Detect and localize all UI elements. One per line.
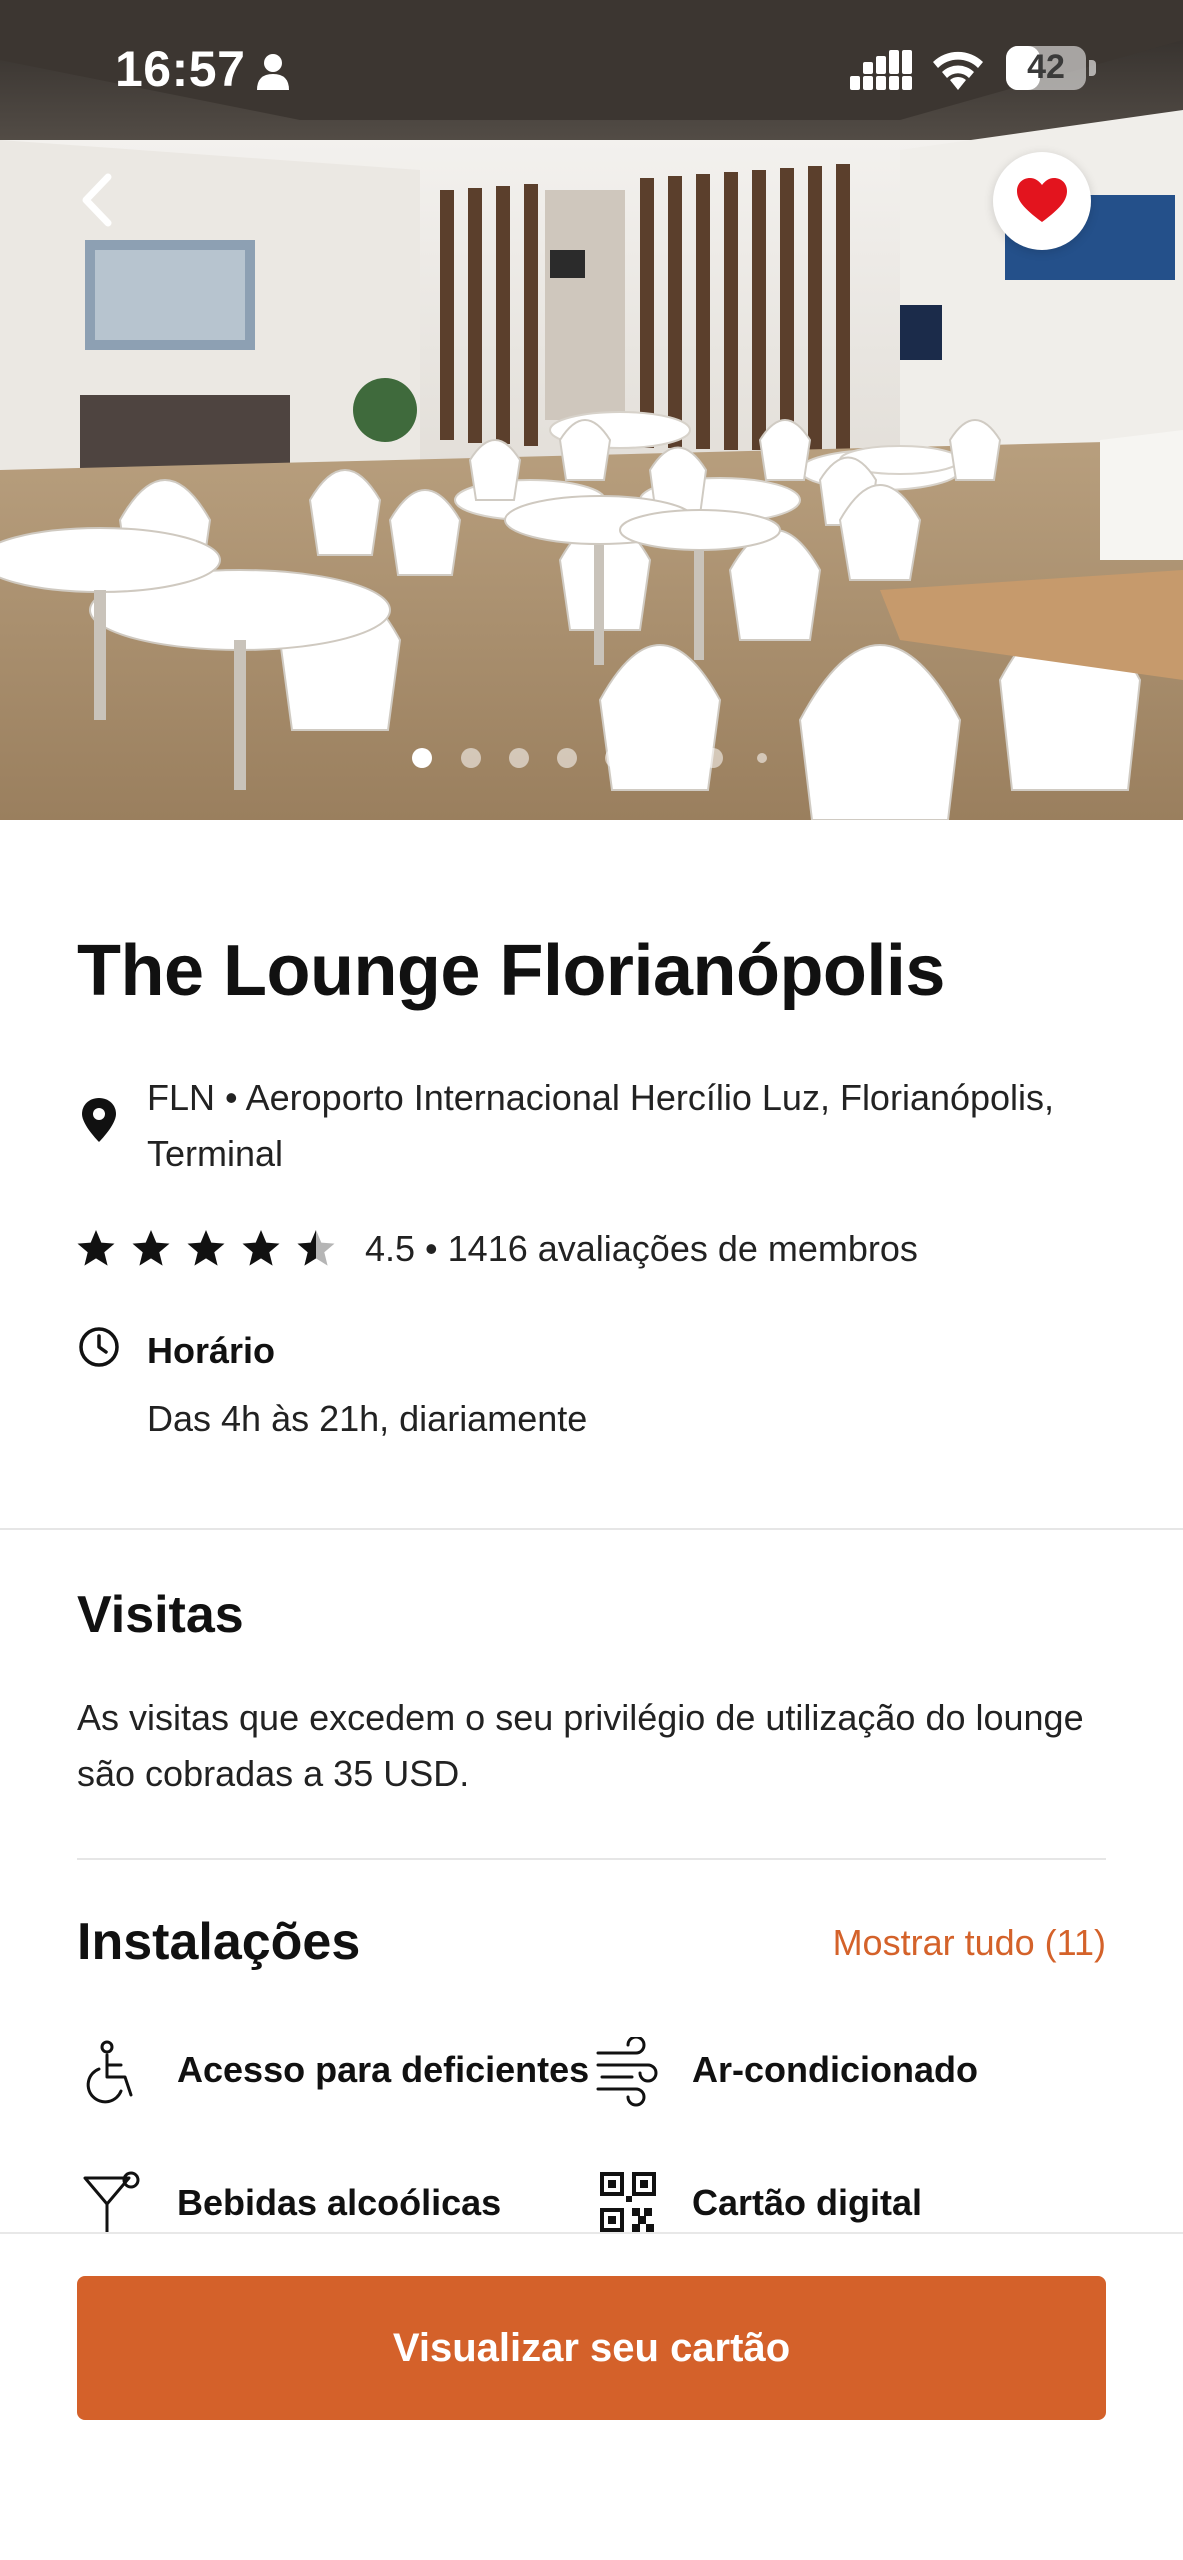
facility-label: Ar-condicionado xyxy=(692,2049,978,2090)
rating-summary[interactable]: 4.5 • 1416 avaliações de membros xyxy=(365,1228,918,1270)
facility-label: Bebidas alcoólicas xyxy=(177,2182,502,2223)
pager-dot[interactable] xyxy=(461,748,481,768)
section-divider xyxy=(77,1858,1106,1860)
pager-dot[interactable] xyxy=(605,748,625,768)
cocktail-icon xyxy=(83,2171,140,2236)
facilities-heading: Instalações xyxy=(77,1913,361,1971)
visits-text: As visitas que excedem o seu privilégio … xyxy=(77,1697,1084,1794)
pager-dot[interactable] xyxy=(509,748,529,768)
visits-heading: Visitas xyxy=(77,1586,244,1644)
pager-dot[interactable] xyxy=(557,748,577,768)
back-button[interactable] xyxy=(70,165,130,235)
clock-icon xyxy=(79,1327,119,1367)
heart-icon xyxy=(1017,178,1067,222)
hours-text: Das 4h às 21h, diariamente xyxy=(147,1398,588,1439)
pager-dot[interactable] xyxy=(654,748,674,768)
qr-code-icon xyxy=(600,2172,656,2232)
pager-dot[interactable] xyxy=(757,753,767,763)
rating-stars xyxy=(77,1230,335,1266)
chevron-left-icon xyxy=(82,173,112,227)
show-all-facilities-link[interactable]: Mostrar tudo (11) xyxy=(833,1922,1106,1964)
favorite-button[interactable] xyxy=(993,152,1091,250)
signal-icon xyxy=(850,50,912,90)
section-divider xyxy=(0,1528,1183,1530)
lounge-location: FLN • Aeroporto Internacional Hercílio L… xyxy=(147,1077,1055,1174)
battery-level: 42 xyxy=(1027,48,1065,86)
location-pin-icon xyxy=(82,1098,116,1142)
battery-icon: 42 xyxy=(1006,46,1096,90)
air-conditioning-icon xyxy=(596,2037,658,2107)
person-icon xyxy=(257,54,289,90)
facility-label: Cartão digital xyxy=(692,2182,923,2223)
wifi-icon xyxy=(933,51,983,90)
wheelchair-icon xyxy=(86,2040,133,2104)
facility-label: Acesso para deficientes xyxy=(177,2049,590,2090)
lounge-title: The Lounge Florianópolis xyxy=(77,931,945,1011)
pager-dot[interactable] xyxy=(412,748,432,768)
carousel-pager xyxy=(0,748,1183,778)
status-bar: 16:57 42 xyxy=(0,0,1183,140)
pager-dot[interactable] xyxy=(703,748,723,768)
hero-image-carousel[interactable]: 16:57 42 xyxy=(0,0,1183,820)
status-time: 16:57 xyxy=(115,41,246,97)
hours-label: Horário xyxy=(147,1330,276,1371)
view-card-button[interactable]: Visualizar seu cartão xyxy=(77,2276,1106,2420)
